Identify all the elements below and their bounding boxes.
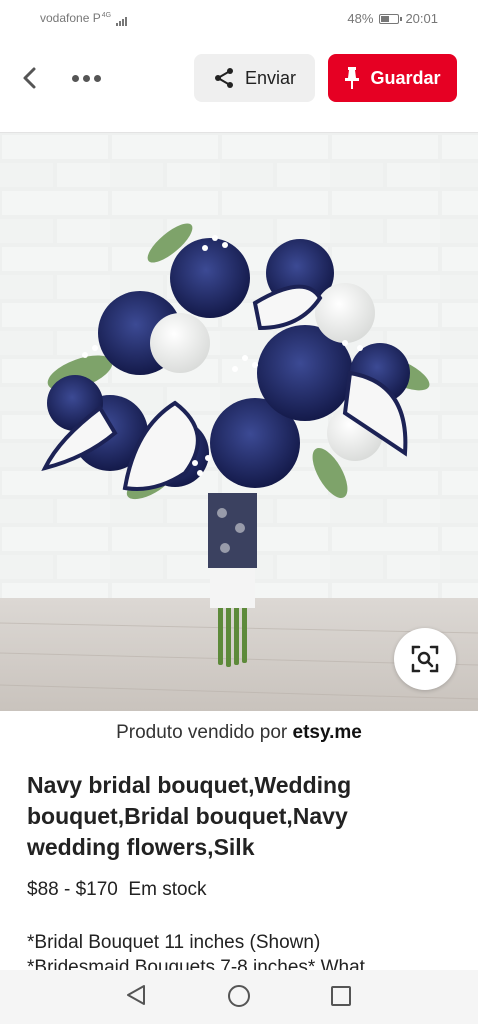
triangle-back-icon[interactable] <box>126 984 146 1006</box>
stock-status: Em stock <box>128 879 207 900</box>
battery-fill <box>381 15 389 22</box>
share-icon <box>214 68 233 88</box>
pin-icon <box>345 67 360 89</box>
network-type: 4G <box>101 12 112 19</box>
more-horizontal-icon-dot <box>82 74 90 82</box>
description-line: *Bridesmaid Bouquets 7-8 inches* What <box>27 957 365 970</box>
top-toolbar: Enviar Guardar <box>0 36 478 133</box>
more-horizontal-icon-dot <box>93 74 101 82</box>
battery-percent: 48% <box>347 11 374 26</box>
price-line: $88 - $170 Em stock <box>27 879 207 901</box>
seller-line: Produto vendido por etsy.me <box>0 722 478 744</box>
seller-link[interactable]: etsy.me <box>293 722 362 743</box>
battery-icon <box>379 13 403 24</box>
status-left: vodafone P4G <box>40 11 128 26</box>
product-description: *Bridal Bouquet 11 inches (Shown) *Bride… <box>27 930 447 970</box>
description-line: *Bridal Bouquet 11 inches (Shown) <box>27 932 321 953</box>
chevron-left-icon <box>23 67 36 89</box>
visual-search-icon <box>411 645 439 673</box>
save-button[interactable]: Guardar <box>328 54 457 102</box>
send-button[interactable]: Enviar <box>194 54 315 102</box>
square-recents-icon[interactable] <box>331 986 351 1006</box>
send-button-label: Enviar <box>244 67 297 88</box>
more-horizontal-icon-dot <box>71 74 79 82</box>
circle-home-icon[interactable] <box>228 985 250 1007</box>
seller-prefix: Produto vendido por <box>116 722 288 743</box>
back-button[interactable] <box>12 60 48 96</box>
visual-search-button[interactable] <box>394 628 456 690</box>
product-image[interactable] <box>0 133 478 711</box>
status-right: 48% 20:01 <box>347 11 438 26</box>
system-navbar <box>0 970 478 1024</box>
save-button-label: Guardar <box>370 67 441 88</box>
carrier-label: vodafone P <box>40 11 101 25</box>
price: $88 - $170 <box>27 879 118 900</box>
product-title: Navy bridal bouquet,Wedding bouquet,Brid… <box>27 772 352 860</box>
signal-icon <box>116 12 128 26</box>
clock: 20:01 <box>405 11 438 26</box>
status-bar: vodafone P4G 48% 20:01 <box>0 0 478 36</box>
bouquet-illustration <box>0 133 478 711</box>
more-options-button[interactable] <box>64 60 108 96</box>
